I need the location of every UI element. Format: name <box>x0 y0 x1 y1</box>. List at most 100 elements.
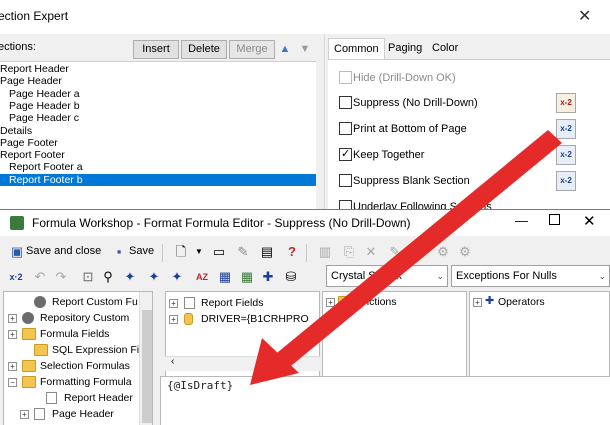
save-button[interactable]: Save <box>129 241 154 261</box>
tab-paging[interactable]: Paging <box>383 38 427 60</box>
tree-item[interactable]: Report Custom Fu <box>52 294 138 310</box>
section-list-item[interactable]: Report Header <box>0 63 69 75</box>
syntax-dropdown-value: Crystal Syntax <box>331 270 402 282</box>
chevron-down-icon[interactable]: ▼ <box>190 243 208 261</box>
formula-tree[interactable]: Report Custom Fu + Repository Custom + Formu… <box>3 291 153 425</box>
section-expert-titlebar: ection Expert ✕ <box>0 0 610 34</box>
toggle-operators-icon[interactable]: ✚ <box>259 268 277 286</box>
copy-icon[interactable]: ⎘ <box>340 243 358 261</box>
gear-icon[interactable]: ⚙ <box>434 243 452 261</box>
doc-icon <box>34 408 45 420</box>
bookmark-prev-icon[interactable]: ✦ <box>145 268 163 286</box>
close-icon[interactable]: ✕ <box>583 212 596 230</box>
delete-button[interactable]: Delete <box>181 40 227 59</box>
tree-item[interactable]: Formatting Formula <box>40 374 132 390</box>
option-label: Hide (Drill-Down OK) <box>353 72 456 84</box>
section-list-item[interactable]: Report Footer b <box>0 173 316 186</box>
refresh-icon[interactable]: ↻ <box>410 243 428 261</box>
fields-horizontal-scrollbar[interactable] <box>165 356 320 371</box>
expand-icon[interactable]: + <box>169 299 178 308</box>
rename-icon[interactable]: ▭ <box>210 243 228 261</box>
expand-icon[interactable]: + <box>169 315 178 324</box>
sections-list[interactable]: Report Header Page Header Page Header a Pag… <box>0 61 316 211</box>
toggle-functions-icon[interactable]: ▦ <box>238 268 256 286</box>
expand-icon[interactable]: + <box>8 330 17 339</box>
operators-label[interactable]: Operators <box>498 294 545 310</box>
section-list-item[interactable]: Page Header <box>0 75 62 87</box>
redo-icon[interactable]: ↷ <box>52 268 70 286</box>
section-list-item[interactable]: Page Header c <box>0 112 79 124</box>
expert-icon[interactable]: ✎ <box>386 243 404 261</box>
option-checkbox[interactable] <box>339 96 352 109</box>
scrollbar-thumb[interactable] <box>142 310 152 423</box>
merge-button[interactable]: Merge <box>229 40 275 59</box>
nulls-dropdown-value: Exceptions For Nulls <box>456 270 557 282</box>
collapse-icon[interactable]: − <box>8 378 17 387</box>
gear-icon[interactable]: ⚙ <box>456 243 474 261</box>
tree-item[interactable]: Selection Formulas <box>40 358 130 374</box>
delete-icon[interactable]: ✕ <box>362 243 380 261</box>
use-editor-icon[interactable]: ▥ <box>316 243 334 261</box>
wand-icon[interactable]: ✎ <box>234 243 252 261</box>
scrollbar[interactable] <box>139 292 152 425</box>
tree-item[interactable]: Report Header <box>64 390 133 406</box>
tree-item[interactable]: Page Header <box>52 406 114 422</box>
tree-item[interactable]: Report Fields <box>201 295 263 311</box>
tree-item[interactable]: Repository Custom <box>40 310 129 326</box>
minimize-icon[interactable]: — <box>515 213 528 228</box>
option-label: Suppress (No Drill-Down) <box>353 97 478 109</box>
tab-common[interactable]: Common <box>328 38 385 60</box>
functions-tree[interactable]: + Functions <box>322 291 467 379</box>
section-list-item[interactable]: Page Footer <box>0 137 58 149</box>
undo-icon[interactable]: ↶ <box>31 268 49 286</box>
sort-icon[interactable]: AZ <box>193 268 211 286</box>
browse-data-icon[interactable]: ▤ <box>258 243 276 261</box>
check-formula-icon[interactable]: x·2 <box>7 268 25 286</box>
option-label: Keep Together <box>353 149 425 161</box>
new-icon[interactable]: 🗋 <box>172 243 190 261</box>
bookmark-next-icon[interactable]: ✦ <box>121 268 139 286</box>
expand-icon[interactable]: + <box>8 314 17 323</box>
formula-button[interactable]: x-2 <box>556 145 576 165</box>
section-list-item[interactable]: Report Footer a <box>0 161 83 173</box>
option-checkbox[interactable] <box>339 122 352 135</box>
bookmark-clear-icon[interactable]: ✦ <box>168 268 186 286</box>
find-icon[interactable]: ⚲ <box>99 268 117 286</box>
section-list-item[interactable]: Report Footer <box>0 149 65 161</box>
expand-icon[interactable]: + <box>8 362 17 371</box>
tree-item[interactable]: SQL Expression Fie <box>52 342 145 358</box>
section-list-item[interactable]: Details <box>0 125 32 137</box>
toggle-fields-icon[interactable]: ▦ <box>216 268 234 286</box>
insert-button[interactable]: Insert <box>133 40 179 59</box>
toggle-tree-icon[interactable]: ⛁ <box>282 268 300 286</box>
formula-button[interactable]: x-2 <box>556 119 576 139</box>
move-down-icon[interactable]: ▼ <box>296 40 314 59</box>
move-up-icon[interactable]: ▲ <box>276 40 294 59</box>
maximize-icon[interactable] <box>549 214 560 225</box>
chevron-down-icon: ⌄ <box>436 271 444 281</box>
expand-icon[interactable]: + <box>473 298 482 307</box>
formula-button[interactable]: x-2 <box>556 171 576 191</box>
section-list-item[interactable]: Page Header a <box>0 88 80 100</box>
operators-tree[interactable]: + ✚ Operators <box>469 291 610 379</box>
tree-item[interactable]: DRIVER={B1CRHPRO <box>201 311 309 327</box>
option-checkbox[interactable] <box>339 174 352 187</box>
bookmark-icon[interactable]: ⊡ <box>79 268 97 286</box>
expand-icon[interactable]: + <box>326 298 335 307</box>
formula-workshop-titlebar: Formula Workshop - Format Formula Editor… <box>0 210 610 236</box>
functions-label[interactable]: Functions <box>351 294 397 310</box>
nulls-dropdown[interactable]: Exceptions For Nulls ⌄ <box>451 265 610 287</box>
option-checkbox[interactable] <box>339 71 352 84</box>
expand-icon[interactable]: + <box>20 410 29 419</box>
tree-item[interactable]: Formula Fields <box>40 326 109 342</box>
option-checkbox[interactable] <box>339 147 352 161</box>
help-icon[interactable]: ? <box>283 243 301 261</box>
scroll-left-icon[interactable]: ‹ <box>171 356 174 367</box>
section-list-item[interactable]: Page Header b <box>0 100 80 112</box>
formula-editor-text[interactable]: {@IsDraft} <box>167 379 233 392</box>
tab-color[interactable]: Color <box>427 38 463 60</box>
syntax-dropdown[interactable]: Crystal Syntax ⌄ <box>326 265 448 287</box>
formula-button[interactable]: x-2 <box>556 93 576 113</box>
close-icon[interactable]: ✕ <box>578 6 591 26</box>
save-and-close-button[interactable]: Save and close <box>26 241 101 261</box>
